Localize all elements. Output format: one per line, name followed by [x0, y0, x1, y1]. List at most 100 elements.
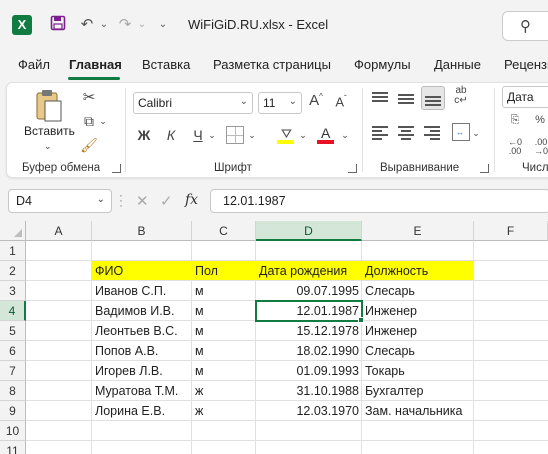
percent-format-icon[interactable]: %	[530, 114, 548, 126]
row-header[interactable]: 7	[0, 361, 26, 381]
decrease-decimal-icon[interactable]: .00 →0	[530, 138, 548, 156]
cancel-icon[interactable]: ✕	[136, 192, 152, 210]
table-cell-position[interactable]: Токарь	[362, 361, 408, 381]
table-cell-date[interactable]: 09.07.1995	[256, 281, 362, 301]
name-box[interactable]: D4 ⌄	[8, 189, 112, 213]
row-header[interactable]: 9	[0, 401, 26, 421]
paste-dropdown-icon[interactable]: ⌄	[44, 141, 52, 152]
column-header-d[interactable]: D	[256, 221, 362, 241]
font-size-select[interactable]: 11 ⌄	[258, 92, 302, 114]
underline-dropdown-icon[interactable]: ⌄	[207, 130, 217, 141]
format-painter-icon[interactable]: 🖌	[80, 137, 98, 154]
font-color-dropdown-icon[interactable]: ⌄	[340, 130, 350, 141]
select-all-button[interactable]	[0, 221, 26, 241]
table-cell-gender[interactable]: м	[192, 361, 207, 381]
bold-button[interactable]: Ж	[136, 127, 152, 143]
table-cell-date[interactable]: 15.12.1978	[256, 321, 362, 341]
table-header-cell[interactable]: ФИО	[92, 261, 126, 281]
alignment-launcher-icon[interactable]	[480, 164, 489, 173]
table-cell-name[interactable]: Вадимов И.В.	[92, 301, 178, 321]
row-header[interactable]: 11	[0, 441, 26, 454]
table-cell-date[interactable]: 18.02.1990	[256, 341, 362, 361]
row-header[interactable]: 3	[0, 281, 26, 301]
tab-review[interactable]: Рецензи	[504, 57, 548, 72]
redo-icon[interactable]: ↷	[116, 15, 134, 35]
column-header-f[interactable]: F	[474, 221, 548, 241]
align-center-icon[interactable]	[398, 124, 414, 140]
table-cell-gender[interactable]: м	[192, 321, 207, 341]
fill-color-dropdown-icon[interactable]: ⌄	[298, 130, 308, 141]
table-cell-date[interactable]: 12.03.1970	[256, 401, 362, 421]
insert-function-button[interactable]: fx	[185, 192, 205, 208]
align-right-icon[interactable]	[424, 124, 440, 140]
increase-decimal-icon[interactable]: ←0.00	[504, 138, 526, 156]
cut-icon[interactable]: ✂	[80, 88, 98, 106]
tab-page-layout[interactable]: Разметка страницы	[213, 57, 331, 72]
table-header-cell[interactable]: Пол	[192, 261, 221, 281]
copy-dropdown-icon[interactable]: ⌄	[98, 116, 108, 127]
copy-icon[interactable]: ⧉	[80, 113, 98, 130]
align-bottom-icon[interactable]	[421, 86, 445, 110]
font-color-icon[interactable]: A	[317, 125, 335, 145]
table-header-cell[interactable]: Должность	[362, 261, 431, 281]
fill-color-icon[interactable]: ⛛	[277, 125, 295, 145]
customize-toolbar-icon[interactable]: ⌄	[156, 15, 170, 35]
tab-insert[interactable]: Вставка	[142, 57, 190, 72]
fill-handle[interactable]	[358, 317, 364, 323]
save-icon[interactable]	[48, 15, 68, 35]
paste-icon[interactable]	[34, 89, 64, 123]
row-header[interactable]: 1	[0, 241, 26, 261]
table-cell-gender[interactable]: м	[192, 301, 207, 321]
table-cell-date[interactable]: 31.10.1988	[256, 381, 362, 401]
tab-data[interactable]: Данные	[434, 57, 481, 72]
row-header-selected[interactable]: 4	[0, 301, 26, 321]
row-header[interactable]: 6	[0, 341, 26, 361]
decrease-font-icon[interactable]: Aˇ	[332, 94, 350, 109]
enter-icon[interactable]: ✓	[160, 192, 176, 210]
undo-icon[interactable]: ↶	[78, 15, 96, 35]
font-launcher-icon[interactable]	[348, 164, 357, 173]
align-top-icon[interactable]	[372, 90, 388, 106]
increase-font-icon[interactable]: A^	[307, 92, 325, 109]
merge-dropdown-icon[interactable]: ⌄	[471, 128, 481, 139]
table-cell-name[interactable]: Лорина Е.В.	[92, 401, 168, 421]
table-cell-position[interactable]: Слесарь	[362, 281, 418, 301]
table-cell-position[interactable]: Инженер	[362, 321, 420, 341]
row-header[interactable]: 5	[0, 321, 26, 341]
wrap-text-icon[interactable]: ab c↵	[452, 86, 470, 106]
table-header-cell[interactable]: Дата рождения	[256, 261, 350, 281]
number-format-select[interactable]: Дата	[502, 86, 548, 108]
paste-button[interactable]: Вставить	[24, 124, 75, 138]
underline-button[interactable]: Ч	[190, 127, 206, 143]
column-header-b[interactable]: B	[92, 221, 192, 241]
merge-center-icon[interactable]: ↔	[452, 123, 470, 141]
table-cell-gender[interactable]: ж	[192, 401, 206, 421]
font-name-select[interactable]: Calibri ⌄	[133, 92, 253, 114]
borders-dropdown-icon[interactable]: ⌄	[247, 130, 257, 141]
row-header[interactable]: 2	[0, 261, 26, 281]
column-header-c[interactable]: C	[192, 221, 256, 241]
tab-home[interactable]: Главная	[69, 57, 122, 72]
table-cell-position[interactable]: Инженер	[362, 301, 420, 321]
column-header-a[interactable]: A	[26, 221, 92, 241]
accounting-format-icon[interactable]: ⎘	[505, 114, 525, 127]
row-header[interactable]: 8	[0, 381, 26, 401]
align-middle-icon[interactable]	[398, 90, 414, 106]
table-cell-name[interactable]: Иванов С.П.	[92, 281, 169, 301]
table-cell-gender[interactable]: м	[192, 281, 207, 301]
align-left-icon[interactable]	[372, 124, 388, 140]
formula-input[interactable]: 12.01.1987	[210, 189, 548, 213]
redo-dropdown-icon[interactable]: ⌄	[136, 15, 148, 35]
table-cell-date[interactable]: 01.09.1993	[256, 361, 362, 381]
table-cell-gender[interactable]: ж	[192, 381, 206, 401]
tab-formulas[interactable]: Формулы	[354, 57, 411, 72]
table-cell-name[interactable]: Муратова Т.М.	[92, 381, 181, 401]
borders-icon[interactable]	[226, 126, 244, 144]
table-cell-position[interactable]: Бухгалтер	[362, 381, 426, 401]
table-cell-gender[interactable]: м	[192, 341, 207, 361]
table-cell-position[interactable]: Слесарь	[362, 341, 418, 361]
table-cell-name[interactable]: Попов А.В.	[92, 341, 161, 361]
column-header-e[interactable]: E	[362, 221, 474, 241]
undo-dropdown-icon[interactable]: ⌄	[98, 15, 110, 35]
search-button[interactable]: ⚲	[502, 11, 548, 41]
